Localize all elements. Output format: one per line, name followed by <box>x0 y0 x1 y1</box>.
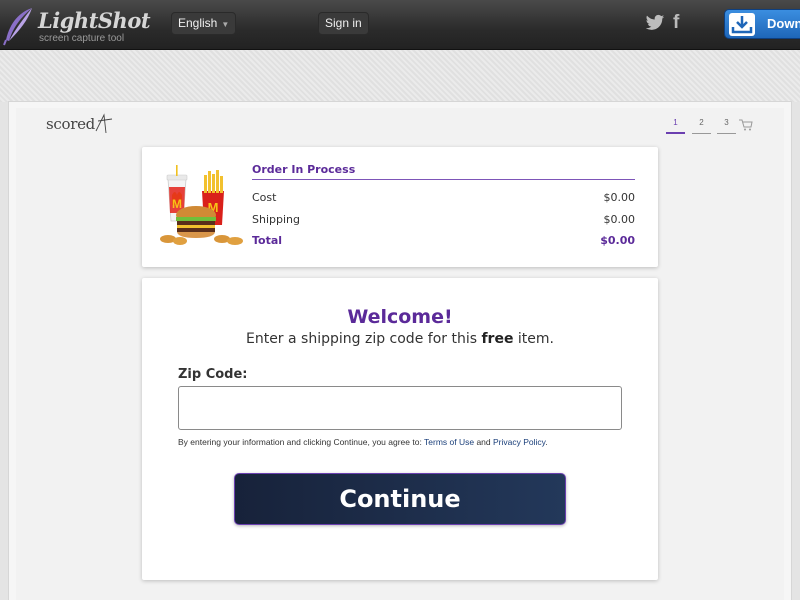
zip-form-card: Welcome! Enter a shipping zip code for t… <box>142 278 658 580</box>
order-row-amount: $0.00 <box>600 234 635 247</box>
sign-in-button[interactable]: Sign in <box>318 12 369 35</box>
language-label: English <box>178 16 218 30</box>
order-row-amount: $0.00 <box>603 191 636 204</box>
legal-notice: By entering your information and clickin… <box>178 437 548 447</box>
twitter-icon[interactable] <box>645 14 665 32</box>
welcome-title: Welcome! <box>347 306 453 328</box>
logo-title: LightShot <box>38 8 151 33</box>
background-stripes <box>0 50 800 102</box>
lightshot-logo[interactable]: LightShot screen capture tool <box>2 4 151 46</box>
language-selector[interactable]: English ▼ <box>171 12 237 35</box>
subtitle-text: Enter a shipping zip code for this <box>245 331 482 347</box>
welcome-subtitle: Enter a shipping zip code for this free … <box>142 331 658 347</box>
download-button[interactable]: Down <box>724 9 800 39</box>
download-label: Down <box>767 16 800 31</box>
chevron-down-icon: ▼ <box>221 20 230 29</box>
legal-text: By entering your information and clickin… <box>178 437 425 447</box>
feather-icon <box>3 8 32 46</box>
subtitle-end: item. <box>513 331 554 347</box>
download-icon <box>729 13 755 36</box>
logo-subtitle: screen capture tool <box>39 33 125 44</box>
meal-image: M M <box>160 165 243 245</box>
cart-icon[interactable] <box>739 119 753 131</box>
privacy-link[interactable]: Privacy Policy <box>493 437 545 447</box>
order-row-label: Cost <box>252 191 277 204</box>
facebook-icon[interactable]: f <box>673 12 679 34</box>
zip-code-input[interactable] <box>178 386 622 430</box>
order-row-amount: $0.00 <box>603 213 636 226</box>
svg-text:M: M <box>172 197 182 211</box>
terms-link[interactable]: Terms of Use <box>424 437 474 447</box>
order-row-shipping: Shipping $0.00 <box>252 213 635 226</box>
order-row-cost: Cost $0.00 <box>252 191 635 204</box>
step-2: 2 <box>692 118 711 134</box>
order-divider <box>252 179 635 180</box>
order-summary-card: M M Order In Process Cost $0.00 Shipping… <box>142 147 658 267</box>
step-1: 1 <box>666 118 685 134</box>
legal-end: . <box>545 437 548 447</box>
brand-logo: scored <box>46 115 95 133</box>
star-scribble-icon <box>95 113 113 134</box>
order-row-total: Total $0.00 <box>252 234 635 247</box>
order-row-label: Shipping <box>252 213 300 226</box>
lightshot-header: LightShot screen capture tool English ▼ S… <box>0 0 800 50</box>
continue-button[interactable]: Continue <box>234 473 566 525</box>
subtitle-bold: free <box>481 331 514 347</box>
step-3: 3 <box>717 118 736 134</box>
order-row-label: Total <box>252 234 283 247</box>
zip-code-label: Zip Code: <box>178 367 248 382</box>
legal-and: and <box>474 437 493 447</box>
order-title: Order In Process <box>252 163 356 176</box>
